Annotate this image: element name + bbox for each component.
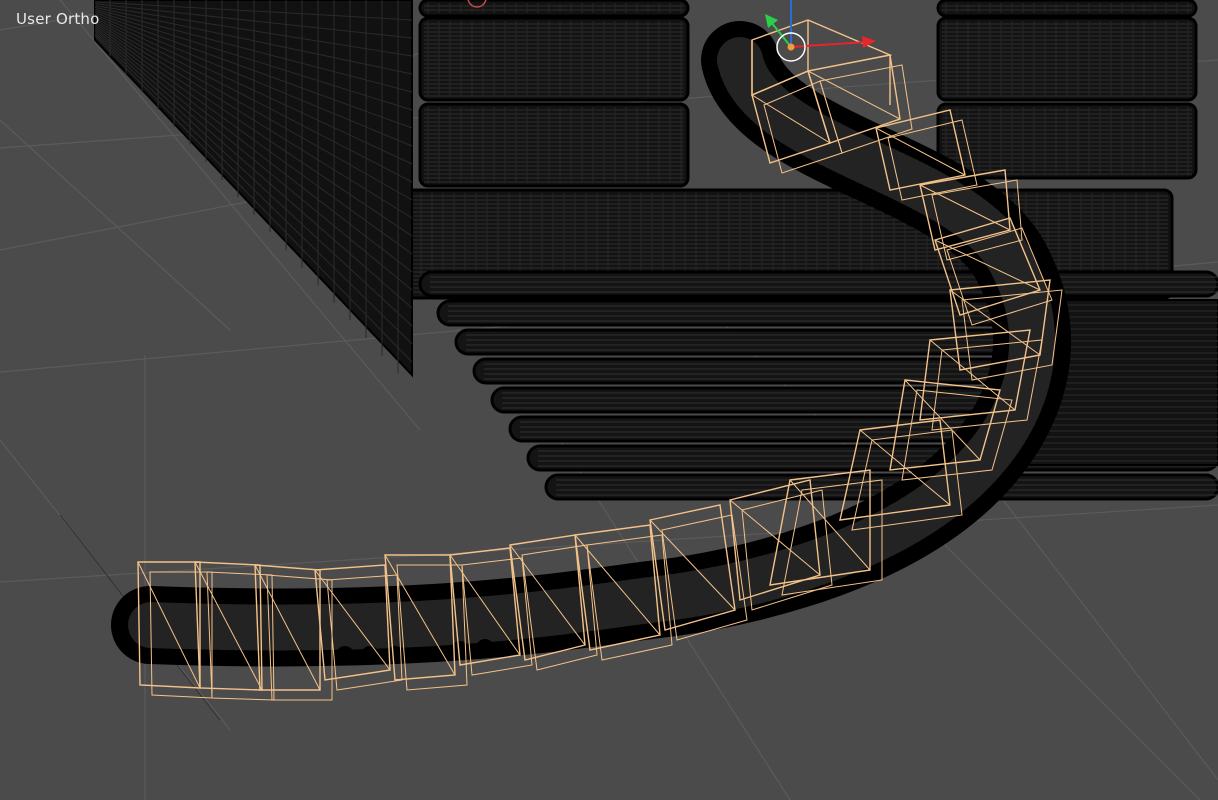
3d-viewport[interactable]: User Ortho [0, 0, 1218, 800]
transform-gizmo[interactable] [765, 0, 876, 62]
grid-line [0, 119, 231, 331]
viewport-scene[interactable] [0, 0, 1218, 800]
gizmo-x-axis[interactable] [790, 41, 867, 48]
gizmo-y-arrowhead[interactable] [765, 14, 778, 28]
chain-link [336, 646, 354, 664]
plank-wireframe-mesh[interactable] [418, 270, 1218, 501]
view-mode-label: User Ortho [16, 10, 100, 28]
crate-box [936, 0, 1198, 18]
gizmo-origin-dot[interactable] [787, 43, 795, 51]
plank [418, 270, 1218, 298]
chain-link [476, 639, 494, 657]
crate-box [418, 0, 690, 18]
grid-line [979, 469, 1218, 781]
crate-box [418, 102, 690, 188]
chain-link [361, 646, 379, 664]
crate-box [418, 16, 690, 102]
crate-box [936, 102, 1198, 180]
crate-box [936, 16, 1198, 102]
